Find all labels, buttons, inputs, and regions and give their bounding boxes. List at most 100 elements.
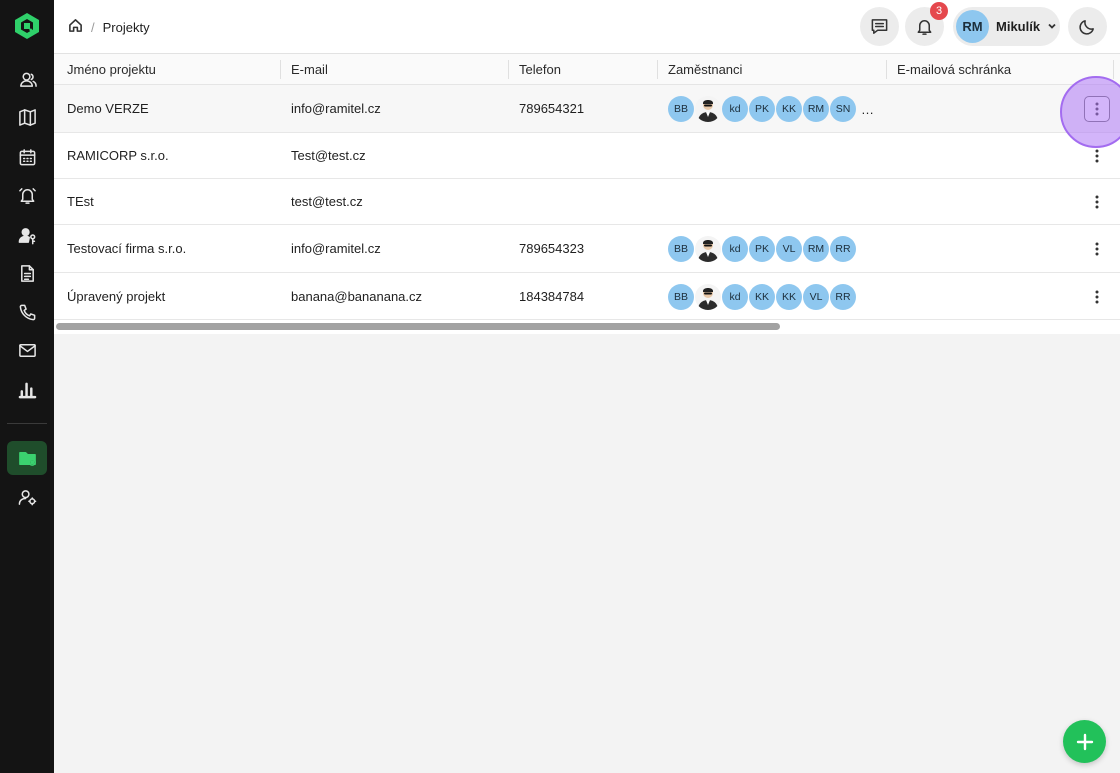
bell-icon (917, 20, 932, 35)
project-name-cell: Demo VERZE (67, 101, 149, 116)
sidebar-item-statistics[interactable] (7, 372, 47, 406)
employees-avatars: BB kd PK VL RM RR (668, 236, 856, 262)
table-row[interactable]: Testovací firma s.r.o. info@ramitel.cz 789… (54, 225, 1120, 273)
column-header-mailbox[interactable]: E-mailová schránka (897, 62, 1011, 77)
row-actions-button[interactable] (1084, 284, 1110, 310)
more-vertical-icon (1095, 195, 1099, 209)
phone-cell: 789654323 (519, 241, 585, 256)
sidebar (0, 0, 54, 773)
app-logo[interactable] (14, 12, 40, 40)
add-project-button[interactable] (1063, 720, 1106, 763)
sidebar-item-calendar[interactable] (7, 140, 47, 174)
employees-avatars: BB kd KK KK VL RR (668, 284, 856, 310)
more-vertical-icon (1095, 149, 1099, 163)
document-icon (20, 264, 34, 282)
row-actions-button[interactable] (1084, 236, 1110, 262)
phone-icon (19, 304, 35, 320)
alarm-bell-icon (18, 187, 36, 204)
column-header-employees[interactable]: Zaměstnanci (668, 62, 742, 77)
user-settings-icon (18, 489, 36, 505)
more-employees-ellipsis: … (861, 101, 874, 117)
more-vertical-icon (1095, 242, 1099, 256)
employees-avatars: BB kd PK KK RM SN … (668, 96, 874, 122)
employee-avatar[interactable]: RM (803, 96, 829, 122)
column-divider[interactable] (886, 60, 887, 79)
notifications-button[interactable]: 3 (905, 2, 948, 46)
sidebar-item-user-settings[interactable] (7, 480, 47, 514)
theme-toggle-button[interactable] (1068, 7, 1107, 46)
sidebar-item-users[interactable] (7, 62, 47, 96)
employee-avatar[interactable]: RM (803, 236, 829, 262)
sidebar-item-mail[interactable] (7, 333, 47, 367)
user-key-icon (18, 227, 35, 244)
email-cell: test@test.cz (291, 194, 363, 209)
user-avatar: RM (956, 10, 989, 43)
projects-table: Jméno projektu E-mail Telefon Zaměstnanc… (54, 54, 1120, 334)
column-divider[interactable] (1113, 60, 1114, 79)
employee-photo-avatar[interactable] (695, 96, 721, 122)
sidebar-item-projects[interactable] (7, 441, 47, 475)
employee-avatar[interactable]: RR (830, 236, 856, 262)
scrollbar-thumb[interactable] (56, 323, 780, 330)
employee-avatar[interactable]: PK (749, 236, 775, 262)
horizontal-scrollbar[interactable] (54, 320, 1120, 332)
column-header-phone[interactable]: Telefon (519, 62, 561, 77)
table-row[interactable]: Demo VERZE info@ramitel.cz 789654321 BB kd PK… (54, 85, 1120, 133)
employee-avatar[interactable]: KK (776, 284, 802, 310)
breadcrumb-current: Projekty (102, 19, 150, 35)
table-row[interactable]: Úpravený projekt banana@bananana.cz 184384… (54, 273, 1120, 320)
home-icon[interactable] (68, 18, 83, 36)
email-cell: info@ramitel.cz (291, 241, 381, 256)
sidebar-item-documents[interactable] (7, 256, 47, 290)
sidebar-item-user-access[interactable] (7, 218, 47, 252)
employee-avatar[interactable]: kd (722, 236, 748, 262)
table-row[interactable]: RAMICORP s.r.o. Test@test.cz (54, 133, 1120, 179)
table-header: Jméno projektu E-mail Telefon Zaměstnanc… (54, 54, 1120, 85)
column-header-name[interactable]: Jméno projektu (67, 62, 156, 77)
project-name-cell: RAMICORP s.r.o. (67, 148, 169, 163)
breadcrumb-separator: / (91, 19, 95, 35)
employee-avatar[interactable]: BB (668, 96, 694, 122)
column-divider[interactable] (508, 60, 509, 79)
employee-avatar[interactable]: BB (668, 284, 694, 310)
employee-photo-avatar[interactable] (695, 284, 721, 310)
sidebar-item-map[interactable] (7, 100, 47, 134)
phone-cell: 789654321 (519, 101, 585, 116)
employee-photo-avatar[interactable] (695, 236, 721, 262)
messages-button[interactable] (860, 7, 899, 46)
project-name-cell: Úpravený projekt (67, 289, 166, 304)
employee-avatar[interactable]: kd (722, 284, 748, 310)
column-divider[interactable] (657, 60, 658, 79)
folder-settings-icon (18, 451, 36, 466)
email-cell: Test@test.cz (291, 148, 366, 163)
plus-icon (1076, 733, 1093, 750)
project-name-cell: TEst (67, 194, 94, 209)
user-name: Mikulík (996, 19, 1041, 34)
more-vertical-icon (1095, 290, 1099, 304)
employee-avatar[interactable]: VL (776, 236, 802, 262)
employee-avatar[interactable]: BB (668, 236, 694, 262)
table-row[interactable]: TEst test@test.cz (54, 179, 1120, 225)
chevron-down-icon (1047, 19, 1057, 34)
moon-icon (1079, 20, 1094, 35)
employee-avatar[interactable]: RR (830, 284, 856, 310)
column-header-email[interactable]: E-mail (291, 62, 328, 77)
breadcrumb: / Projekty (68, 18, 150, 36)
email-cell: banana@bananana.cz (291, 289, 423, 304)
employee-avatar[interactable]: PK (749, 96, 775, 122)
top-header: / Projekty 3 RM Mikulík (54, 0, 1120, 54)
user-menu[interactable]: RM Mikulík (953, 7, 1060, 46)
employee-avatar[interactable]: KK (776, 96, 802, 122)
sidebar-item-alarms[interactable] (7, 178, 47, 212)
employee-avatar[interactable]: VL (803, 284, 829, 310)
chat-icon (871, 19, 888, 34)
employee-avatar[interactable]: KK (749, 284, 775, 310)
sidebar-divider (7, 423, 47, 424)
calendar-icon (19, 148, 35, 165)
sidebar-item-calls[interactable] (7, 295, 47, 329)
users-icon (19, 72, 37, 87)
column-divider[interactable] (280, 60, 281, 79)
employee-avatar[interactable]: kd (722, 96, 748, 122)
row-actions-button[interactable] (1084, 189, 1110, 215)
employee-avatar[interactable]: SN (830, 96, 856, 122)
